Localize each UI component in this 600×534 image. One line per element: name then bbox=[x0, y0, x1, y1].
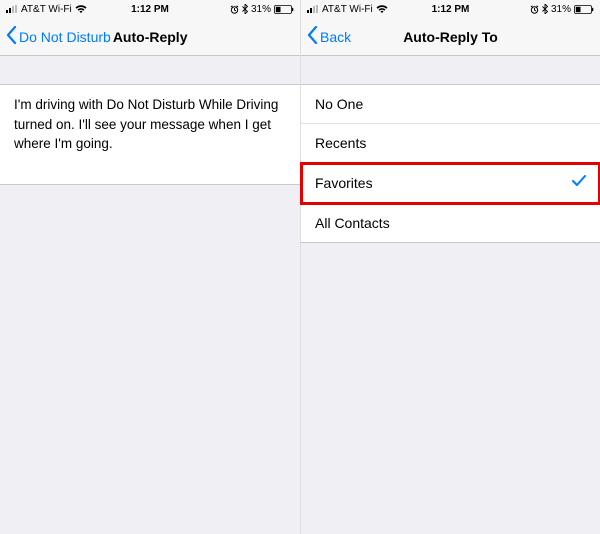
screen-auto-reply-to: AT&T Wi-Fi 1:12 PM 31% Back Auto- bbox=[300, 0, 600, 534]
back-button[interactable]: Do Not Disturb bbox=[6, 26, 111, 47]
option-label: Favorites bbox=[315, 175, 373, 191]
content-area: No One Recents Favorites All Contacts bbox=[301, 56, 600, 534]
nav-bar: Back Auto-Reply To bbox=[301, 18, 600, 56]
status-time: 1:12 PM bbox=[0, 4, 300, 15]
chevron-left-icon bbox=[6, 26, 17, 47]
option-label: All Contacts bbox=[315, 215, 390, 231]
auto-reply-message: I'm driving with Do Not Disturb While Dr… bbox=[14, 97, 278, 151]
status-bar: AT&T Wi-Fi 1:12 PM 31% bbox=[301, 0, 600, 18]
section-spacer bbox=[0, 56, 300, 84]
back-label: Do Not Disturb bbox=[19, 29, 111, 45]
option-all-contacts[interactable]: All Contacts bbox=[301, 204, 600, 243]
checkmark-icon bbox=[572, 174, 586, 192]
chevron-left-icon bbox=[307, 26, 318, 47]
back-button[interactable]: Back bbox=[307, 26, 351, 47]
option-favorites[interactable]: Favorites bbox=[301, 163, 600, 204]
back-label: Back bbox=[320, 29, 351, 45]
auto-reply-text[interactable]: I'm driving with Do Not Disturb While Dr… bbox=[0, 84, 300, 185]
page-title: Auto-Reply bbox=[113, 29, 188, 45]
option-label: No One bbox=[315, 96, 363, 112]
status-time: 1:12 PM bbox=[301, 4, 600, 15]
option-no-one[interactable]: No One bbox=[301, 84, 600, 124]
section-spacer bbox=[301, 56, 600, 84]
nav-bar: Do Not Disturb Auto-Reply bbox=[0, 18, 300, 56]
content-area: I'm driving with Do Not Disturb While Dr… bbox=[0, 56, 300, 534]
option-recents[interactable]: Recents bbox=[301, 124, 600, 163]
status-bar: AT&T Wi-Fi 1:12 PM 31% bbox=[0, 0, 300, 18]
screen-auto-reply-message: AT&T Wi-Fi 1:12 PM 31% Do Not Disturb bbox=[0, 0, 300, 534]
option-label: Recents bbox=[315, 135, 366, 151]
